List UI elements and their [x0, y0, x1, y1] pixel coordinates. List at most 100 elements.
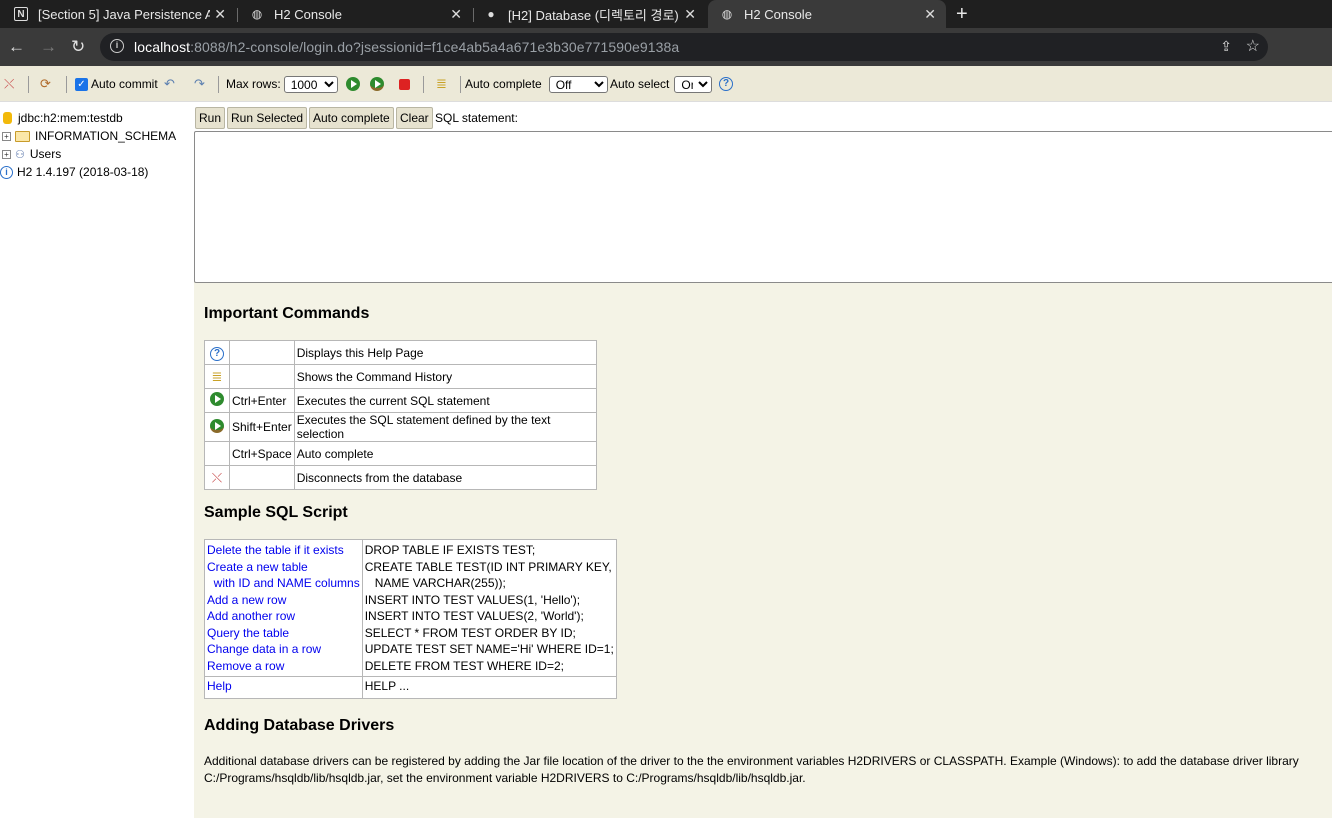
toolbar-divider [218, 76, 219, 93]
auto-complete-label: Auto complete [465, 77, 542, 91]
command-key: Shift+Enter [229, 412, 295, 442]
url-field[interactable]: i localhost:8088/h2-console/login.do?jse… [100, 33, 1268, 61]
auto-complete-button[interactable]: Auto complete [309, 107, 394, 129]
cancel-button[interactable] [399, 66, 410, 102]
run-selected-icon [210, 418, 224, 433]
run-button[interactable]: Run [195, 107, 226, 129]
sample-sql-line: UPDATE TEST SET NAME='Hi' WHERE ID=1; [364, 642, 614, 656]
close-icon[interactable]: ✕ [214, 6, 226, 23]
auto-select-group: Auto select On [610, 66, 713, 102]
command-key: Ctrl+Enter [229, 388, 295, 413]
new-tab-icon[interactable]: + [956, 3, 968, 26]
sample-link-query-table[interactable]: Query the table [207, 626, 289, 640]
sample-sql-line: DELETE FROM TEST WHERE ID=2; [364, 658, 564, 673]
help-sql-cell: HELP ... [361, 676, 617, 699]
auto-complete-group: Auto complete Off [465, 66, 608, 102]
table-row: ≣ Shows the Command History [204, 364, 597, 389]
command-desc: Displays this Help Page [293, 340, 597, 365]
refresh-button[interactable]: ⟳ [40, 66, 51, 102]
reload-icon[interactable]: ↻ [71, 37, 85, 57]
adding-drivers-text: Additional database drivers can be regis… [204, 754, 1299, 785]
disconnect-button[interactable]: ⤬ [4, 66, 14, 102]
site-info-icon[interactable]: i [110, 39, 124, 53]
run-button[interactable] [346, 66, 360, 102]
commands-table: ? Displays this Help Page ≣ Shows the Co… [204, 340, 597, 490]
auto-complete-select[interactable]: Off [548, 75, 608, 93]
history-icon: ≣ [436, 76, 447, 91]
browser-tab-h2-console[interactable]: ◍ H2 Console ✕ [250, 0, 472, 28]
rollback-button[interactable]: ↶ [164, 66, 175, 102]
tree-users[interactable]: + ⚇ Users [2, 145, 61, 163]
browser-tab-java-persistence[interactable]: N [Section 5] Java Persistence A ✕ [14, 0, 236, 28]
history-button[interactable]: ≣ [436, 66, 447, 102]
help-link-cell: Help [204, 676, 363, 699]
expand-icon[interactable]: + [2, 131, 11, 141]
table-row: ⤬ Disconnects from the database [204, 465, 597, 490]
command-desc: Shows the Command History [293, 364, 597, 389]
stop-icon [399, 78, 410, 90]
command-key: Ctrl+Space [229, 441, 295, 466]
back-arrow-icon[interactable]: ← [8, 37, 25, 57]
sample-sql-line: INSERT INTO TEST VALUES(1, 'Hello'); [364, 592, 581, 607]
forward-arrow-icon[interactable]: → [40, 37, 57, 57]
table-row: Delete the table if it exists Create a n… [204, 539, 617, 677]
globe-icon: ◍ [251, 7, 263, 21]
tab-divider [473, 8, 474, 22]
tree-connection[interactable]: jdbc:h2:mem:testdb [2, 109, 123, 127]
auto-select-select[interactable]: On [674, 75, 713, 93]
sample-link-create-table[interactable]: Create a new table [207, 560, 308, 574]
run-selected-button[interactable]: Run Selected [227, 107, 308, 129]
database-icon [3, 112, 12, 124]
help-button[interactable]: ? [719, 66, 733, 102]
close-icon[interactable]: ✕ [450, 6, 462, 23]
command-icon-cell [204, 441, 230, 466]
url-text[interactable]: localhost:8088/h2-console/login.do?jsess… [134, 39, 679, 55]
auto-select-label: Auto select [610, 77, 670, 91]
sample-link-delete-table[interactable]: Delete the table if it exists [207, 543, 344, 557]
users-label: Users [29, 147, 62, 161]
clear-button[interactable]: Clear [396, 107, 433, 129]
browser-tab-h2-database[interactable]: ● [H2] Database (디렉토리 경로) nc ✕ [484, 0, 706, 28]
disconnect-icon: ⤬ [211, 469, 223, 485]
sample-link-add-row[interactable]: Add a new row [207, 593, 286, 607]
history-icon: ≣ [211, 368, 223, 384]
browser-tab-h2-console-active[interactable]: ◍ H2 Console ✕ [708, 0, 946, 28]
expand-icon[interactable]: + [2, 149, 11, 159]
commit-icon: ↷ [194, 76, 205, 91]
command-desc: Disconnects from the database [293, 465, 597, 490]
close-icon[interactable]: ✕ [924, 6, 936, 23]
refresh-icon: ⟳ [40, 76, 51, 91]
table-row: Ctrl+Space Auto complete [204, 441, 597, 466]
folder-icon [15, 130, 30, 142]
command-desc: Executes the current SQL statement [293, 388, 597, 413]
auto-commit-toggle[interactable]: ✓ Auto commit [75, 66, 158, 102]
sql-editor[interactable] [194, 131, 1332, 283]
run-selected-button[interactable] [370, 66, 384, 102]
commit-button[interactable]: ↷ [194, 66, 205, 102]
run-selected-icon [370, 77, 384, 91]
toolbar-divider [460, 76, 461, 93]
tree-information-schema[interactable]: + INFORMATION_SCHEMA [2, 127, 176, 145]
sample-link-change-data[interactable]: Change data in a row [207, 642, 321, 656]
bookmark-star-icon[interactable]: ☆ [1246, 36, 1260, 56]
main-pane: Run Run Selected Auto complete Clear SQL… [194, 102, 1332, 818]
sample-sql-title: Sample SQL Script [204, 504, 348, 521]
close-icon[interactable]: ✕ [684, 6, 696, 23]
important-commands-title: Important Commands [204, 305, 370, 322]
table-row: Shift+Enter Executes the SQL statement d… [204, 412, 597, 442]
github-icon: ● [487, 7, 495, 21]
version-label: H2 1.4.197 (2018-03-18) [17, 165, 149, 179]
sample-link-add-another-row[interactable]: Add another row [207, 609, 295, 623]
sample-link-help[interactable]: Help [207, 679, 232, 693]
max-rows-select[interactable]: 1000 [283, 75, 338, 93]
command-icon-cell: ⤬ [204, 465, 230, 490]
command-desc: Auto complete [293, 441, 597, 466]
sample-link-remove-row[interactable]: Remove a row [207, 659, 284, 673]
sample-link-create-table-cont[interactable]: with ID and NAME columns [207, 576, 360, 590]
help-icon: ? [719, 77, 733, 91]
run-icon [210, 392, 224, 406]
auto-commit-checkbox[interactable]: ✓ [75, 77, 88, 91]
share-icon[interactable]: ⇪ [1220, 38, 1232, 55]
sample-sql-table: Delete the table if it exists Create a n… [204, 539, 617, 699]
command-icon-cell: ≣ [204, 364, 230, 389]
